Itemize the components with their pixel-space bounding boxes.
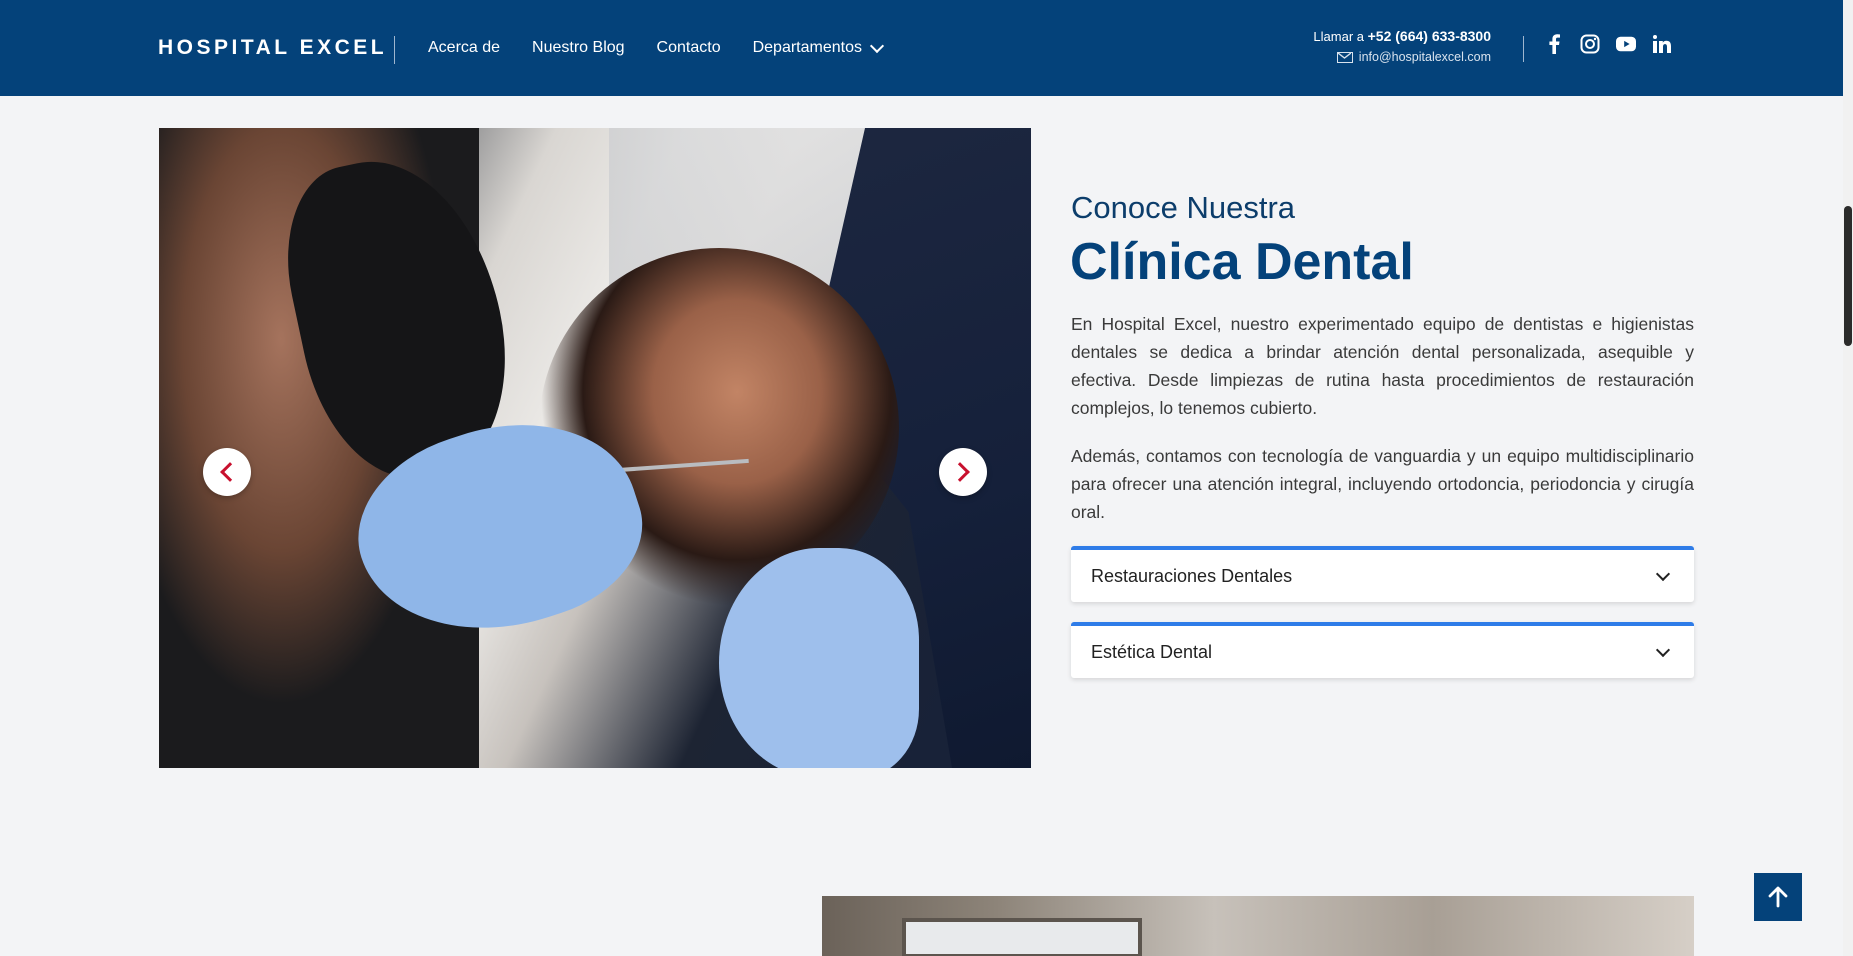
- chevron-down-icon: [1655, 642, 1671, 658]
- section-title: Clínica Dental: [1070, 233, 1414, 291]
- nav-label: Contacto: [656, 39, 721, 56]
- site-logo[interactable]: HOSPITAL EXCEL: [158, 36, 387, 60]
- linkedin-icon[interactable]: [1652, 34, 1672, 54]
- top-header: HOSPITAL EXCEL Acerca de Nuestro Blog Co…: [0, 0, 1843, 96]
- instagram-icon[interactable]: [1580, 34, 1600, 54]
- carousel-prev-button[interactable]: [203, 448, 251, 496]
- email-link[interactable]: info@hospitalexcel.com: [1359, 50, 1491, 64]
- nav-label: Acerca de: [428, 39, 501, 56]
- accordion-label: Restauraciones Dentales: [1091, 565, 1293, 586]
- photo-glove: [719, 548, 919, 768]
- nav-item-blog[interactable]: Nuestro Blog: [532, 39, 625, 57]
- page-scrollbar[interactable]: [1843, 0, 1853, 956]
- section-paragraph: Además, contamos con tecnología de vangu…: [1071, 446, 1694, 522]
- chevron-down-icon: [869, 38, 885, 53]
- carousel-next-button[interactable]: [939, 448, 987, 496]
- arrow-up-icon: [1768, 886, 1788, 908]
- phone-link[interactable]: +52 (664) 633-8300: [1368, 28, 1491, 44]
- section-paragraph: En Hospital Excel, nuestro experimentado…: [1071, 314, 1694, 418]
- mail-icon: [1336, 51, 1353, 63]
- social-links: [1544, 34, 1672, 54]
- header-divider: [1523, 36, 1524, 62]
- accordion-restauraciones[interactable]: Restauraciones Dentales: [1071, 546, 1694, 602]
- nav-label: Departamentos: [752, 39, 862, 56]
- facebook-icon[interactable]: [1544, 34, 1564, 54]
- email-row: info@hospitalexcel.com: [1313, 50, 1491, 64]
- phone-row: Llamar a +52 (664) 633-8300: [1313, 28, 1491, 44]
- nav-item-contacto[interactable]: Contacto: [657, 39, 721, 57]
- nav-item-acerca[interactable]: Acerca de: [428, 39, 500, 57]
- chevron-right-icon: [950, 462, 970, 482]
- youtube-icon[interactable]: [1616, 34, 1636, 54]
- chevron-down-icon: [1655, 566, 1671, 582]
- section-intro: Conoce Nuestra: [1071, 190, 1296, 225]
- photo-window: [902, 918, 1142, 956]
- accordion-label: Estética Dental: [1091, 641, 1213, 662]
- scrollbar-thumb[interactable]: [1844, 206, 1852, 346]
- main-nav: Acerca de Nuestro Blog Contacto Departam…: [428, 38, 885, 57]
- header-divider: [394, 36, 395, 64]
- nav-item-departamentos[interactable]: Departamentos: [752, 38, 885, 57]
- call-label: Llamar a: [1313, 29, 1364, 44]
- nav-label: Nuestro Blog: [532, 39, 625, 56]
- next-section-image: [822, 896, 1694, 956]
- back-to-top-button[interactable]: [1754, 873, 1802, 921]
- accordion-estetica[interactable]: Estética Dental: [1071, 622, 1694, 678]
- header-contact: Llamar a +52 (664) 633-8300 info@hospita…: [1313, 28, 1491, 64]
- dental-clinic-carousel-image: [159, 128, 1031, 768]
- chevron-left-icon: [220, 462, 240, 482]
